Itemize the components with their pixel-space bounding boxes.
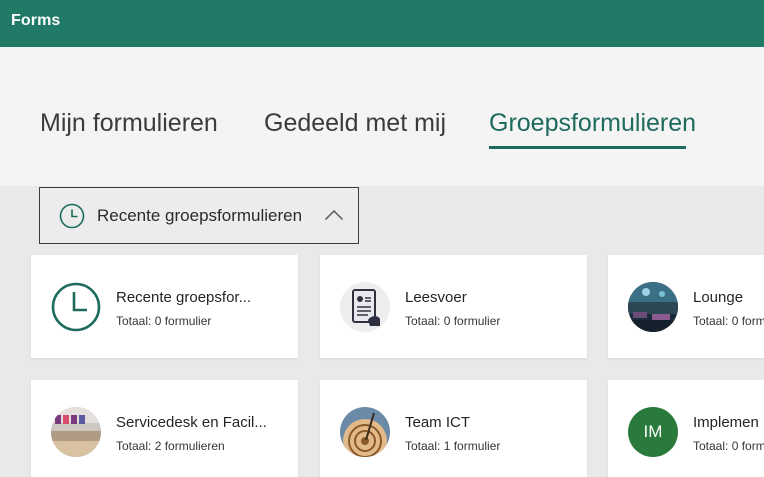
tab-bar: Mijn formulieren Gedeeld met mij Groepsf… <box>0 47 764 186</box>
initials-avatar: IM <box>628 407 678 457</box>
chevron-up-icon <box>324 208 344 227</box>
group-card-team-ict[interactable]: Team ICT Totaal: 1 formulier <box>320 380 587 477</box>
group-card-title: Team ICT <box>405 414 471 431</box>
group-card-title: Lounge <box>693 289 744 306</box>
clock-icon <box>51 282 101 332</box>
group-filter-dropdown[interactable]: Recente groepsformulieren <box>39 187 359 244</box>
group-card-leesvoer[interactable]: Leesvoer Totaal: 0 formulier <box>320 255 587 358</box>
group-card-servicedesk[interactable]: Servicedesk en Facil... Totaal: 2 formul… <box>31 380 298 477</box>
top-bar: Forms <box>0 0 764 47</box>
group-card-title: Implemen <box>693 414 759 431</box>
app-title[interactable]: Forms <box>11 12 60 30</box>
tab-mijn-formulieren[interactable]: Mijn formulieren <box>40 109 218 138</box>
document-icon <box>340 282 390 332</box>
group-card-implementatie[interactable]: IM Implemen Totaal: 0 form <box>608 380 764 477</box>
lounge-photo <box>628 282 678 332</box>
group-card-lounge[interactable]: Lounge Totaal: 0 form <box>608 255 764 358</box>
group-card-count: Totaal: 0 form <box>693 439 764 453</box>
group-card-count: Totaal: 0 form <box>693 314 764 328</box>
group-filter-label: Recente groepsformulieren <box>97 206 303 225</box>
active-tab-indicator <box>489 146 686 149</box>
group-card-count: Totaal: 1 formulier <box>405 439 501 453</box>
tab-groepsformulieren[interactable]: Groepsformulieren <box>489 109 696 138</box>
group-card-title: Leesvoer <box>405 289 467 306</box>
avatar-initials: IM <box>628 407 678 457</box>
group-card-recent[interactable]: Recente groepsfor... Totaal: 0 formulier <box>31 255 298 358</box>
group-card-count: Totaal: 0 formulier <box>405 314 501 328</box>
tab-gedeeld-met-mij[interactable]: Gedeeld met mij <box>264 109 446 138</box>
clock-icon <box>59 203 85 234</box>
group-card-title: Recente groepsfor... <box>116 289 252 306</box>
group-card-count: Totaal: 2 formulieren <box>116 439 225 453</box>
team-ict-photo <box>340 407 390 457</box>
group-card-count: Totaal: 0 formulier <box>116 314 212 328</box>
servicedesk-photo <box>51 407 101 457</box>
group-card-title: Servicedesk en Facil... <box>116 414 267 431</box>
